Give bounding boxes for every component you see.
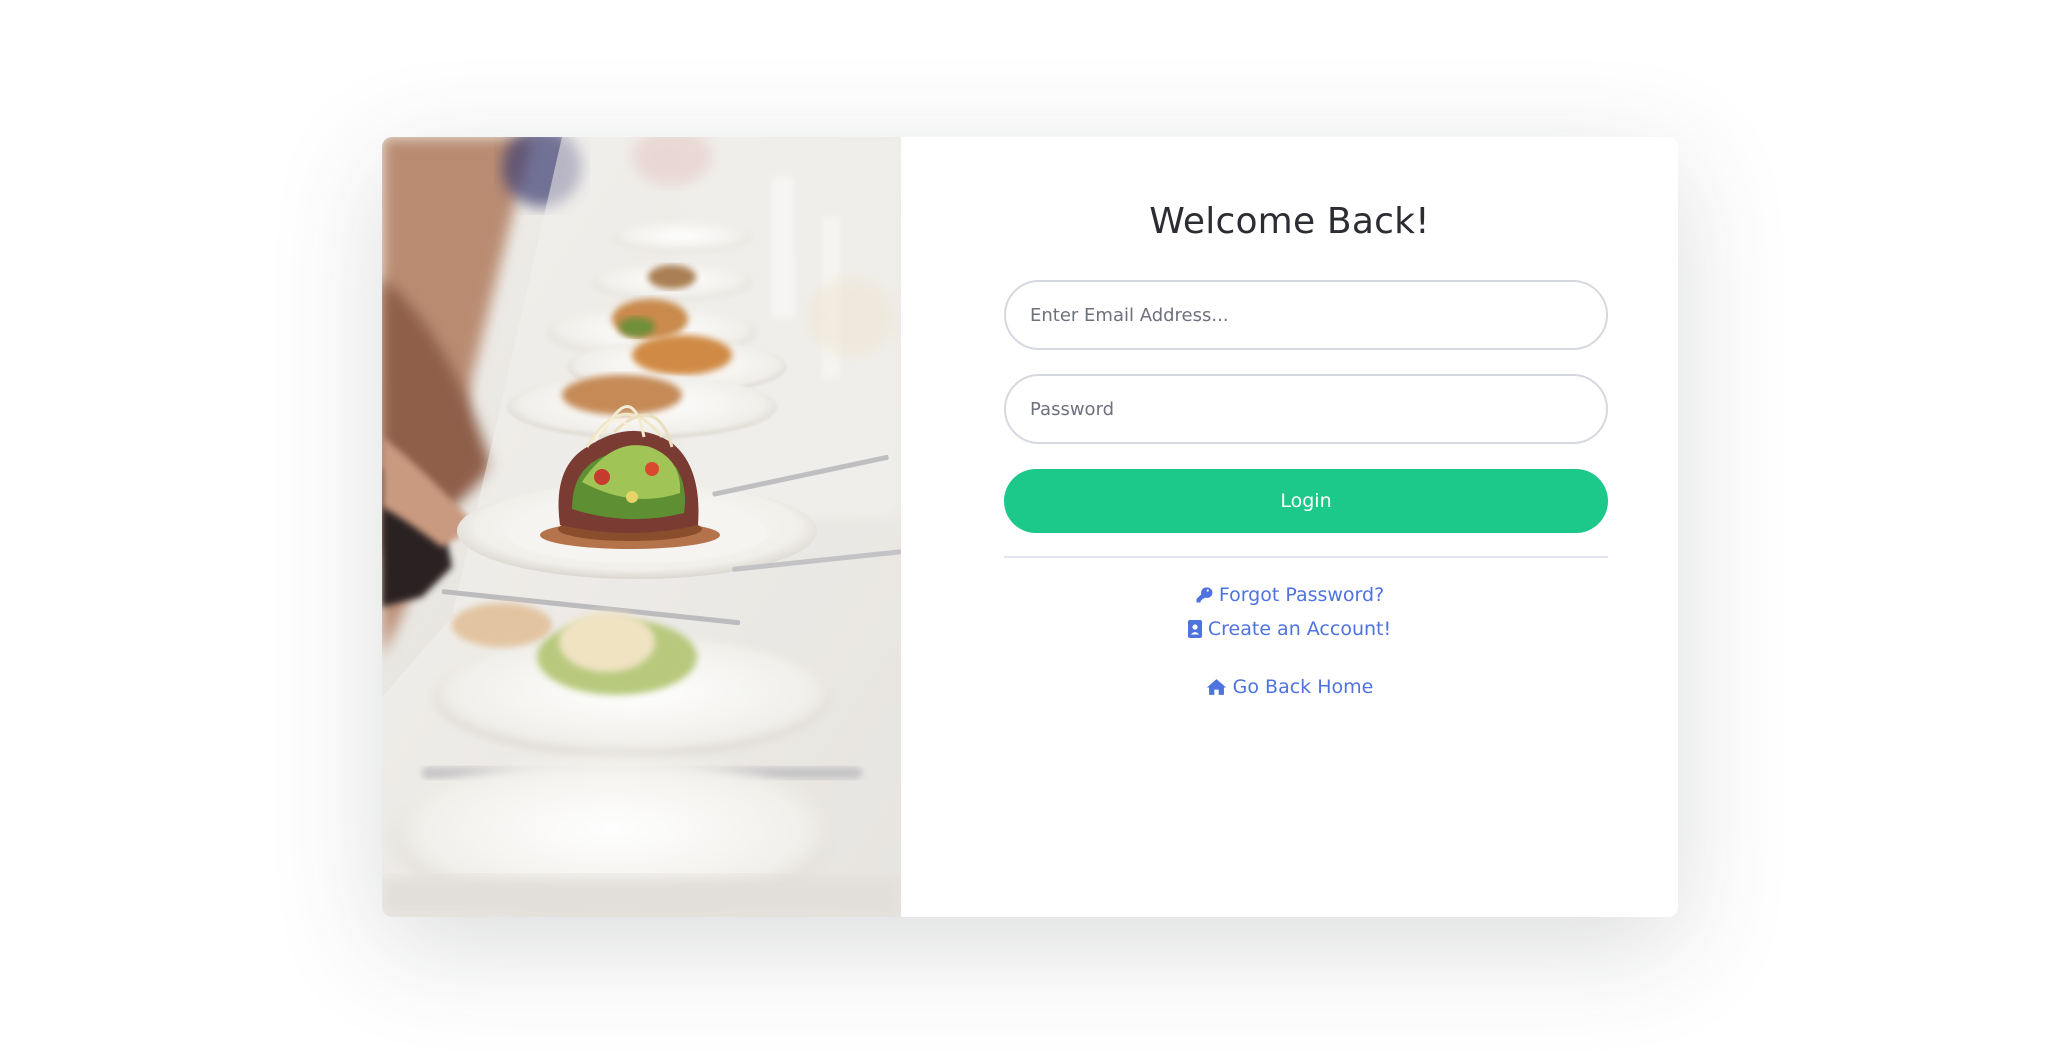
create-account-link[interactable]: Create an Account! xyxy=(1187,618,1392,640)
banquet-food-image xyxy=(382,137,901,917)
banquet-food-photo xyxy=(382,137,901,917)
go-back-home-label: Go Back Home xyxy=(1232,676,1374,698)
email-input[interactable] xyxy=(1004,280,1608,350)
go-home-row: Go Back Home xyxy=(901,676,1678,700)
key-icon xyxy=(1195,586,1213,604)
login-page: Welcome Back! Login Forgot Password? xyxy=(0,0,2048,1051)
forgot-password-row: Forgot Password? xyxy=(901,584,1678,608)
go-back-home-link[interactable]: Go Back Home xyxy=(1206,676,1374,698)
home-icon xyxy=(1206,678,1227,696)
login-button[interactable]: Login xyxy=(1004,469,1608,533)
create-account-label: Create an Account! xyxy=(1207,618,1392,640)
forgot-password-label: Forgot Password? xyxy=(1218,584,1385,606)
login-card: Welcome Back! Login Forgot Password? xyxy=(382,137,1678,917)
page-title: Welcome Back! xyxy=(1149,201,1430,242)
forgot-password-link[interactable]: Forgot Password? xyxy=(1195,584,1384,606)
password-input[interactable] xyxy=(1004,374,1608,444)
create-account-row: Create an Account! xyxy=(901,618,1678,642)
form-divider xyxy=(1004,556,1608,558)
address-book-icon xyxy=(1187,620,1202,638)
login-form-panel: Welcome Back! Login Forgot Password? xyxy=(901,137,1678,917)
